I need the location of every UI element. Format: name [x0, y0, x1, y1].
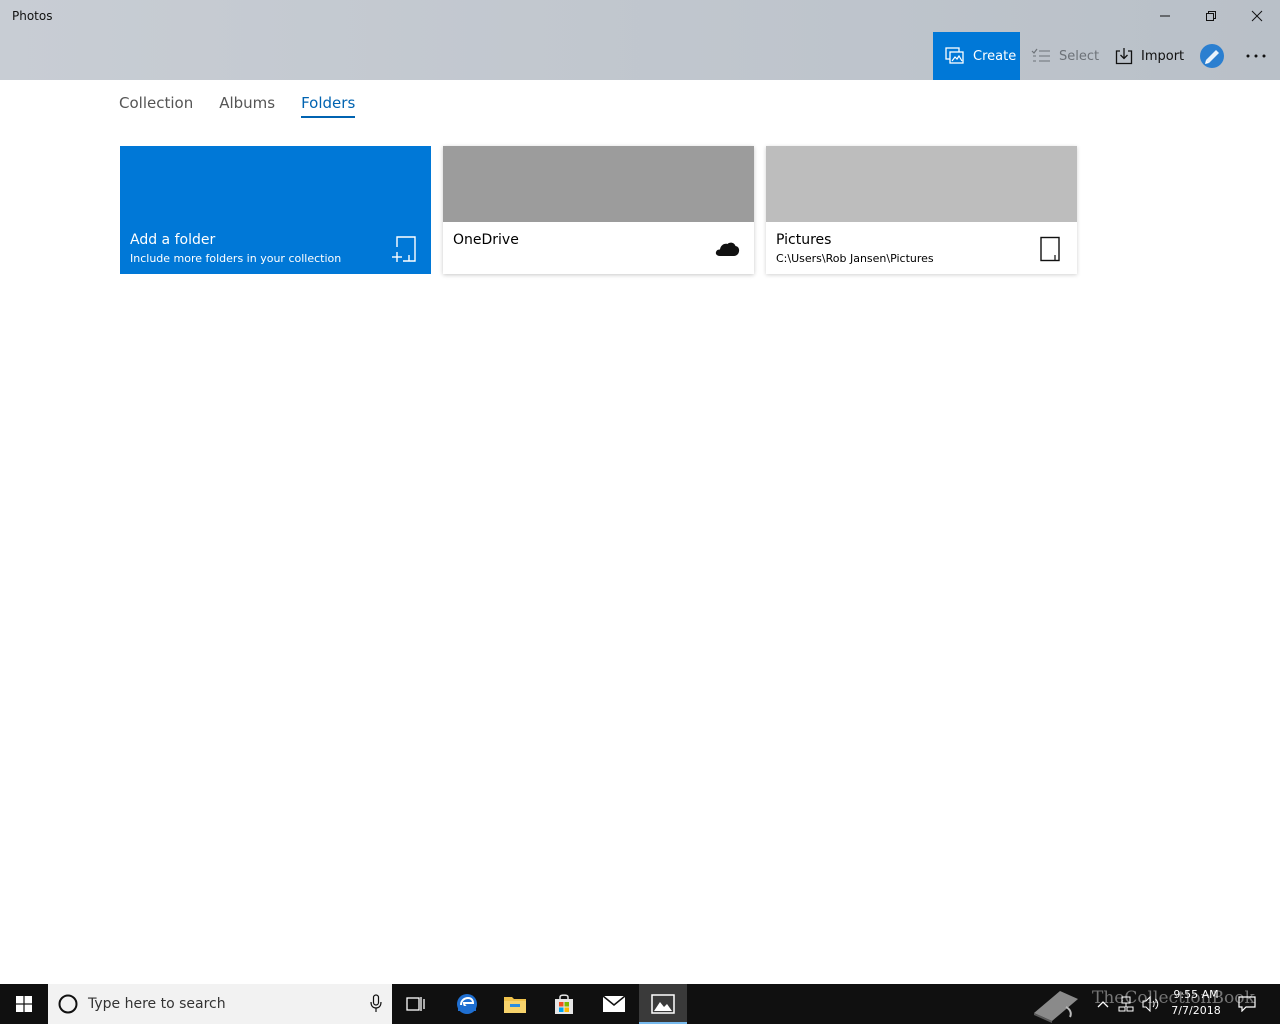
restore-icon [1206, 11, 1216, 21]
notification-icon [1238, 996, 1256, 1012]
store-icon [555, 994, 573, 1014]
add-folder-title: Add a folder [130, 232, 216, 248]
microphone-icon[interactable] [370, 994, 382, 1018]
clock-date: 7/7/2018 [1171, 1004, 1221, 1017]
volume-button[interactable] [1140, 984, 1162, 1024]
create-icon [945, 47, 964, 64]
import-button[interactable]: Import [1115, 32, 1191, 80]
taskbar: Type here to search TheCollectionBook 9:… [0, 984, 1280, 1024]
create-button[interactable]: Create [933, 32, 1020, 80]
restore-button[interactable] [1188, 0, 1234, 32]
start-button[interactable] [0, 984, 48, 1024]
nav-tabs: Collection Albums Folders [119, 94, 356, 118]
select-button[interactable]: Select [1031, 32, 1103, 80]
photos-icon [651, 994, 675, 1014]
tab-collection[interactable]: Collection [119, 94, 193, 118]
pictures-thumbnail [766, 146, 1077, 222]
onedrive-tile[interactable]: OneDrive [443, 146, 754, 274]
pictures-tile[interactable]: Pictures C:\Users\Rob Jansen\Pictures [766, 146, 1077, 274]
title-bar: Photos Create Select Import [0, 0, 1280, 80]
minimize-button[interactable] [1142, 0, 1188, 32]
create-label: Create [973, 48, 1017, 64]
add-folder-icon [389, 234, 419, 264]
taskbar-clock[interactable]: 9:55 AM 7/7/2018 [1163, 987, 1229, 1019]
mail-icon [602, 995, 626, 1012]
add-folder-subtitle: Include more folders in your collection [130, 252, 342, 265]
pictures-path: C:\Users\Rob Jansen\Pictures [776, 252, 934, 265]
network-button[interactable] [1116, 984, 1136, 1024]
action-center-button[interactable] [1234, 984, 1260, 1024]
avatar-icon [1200, 44, 1224, 68]
windows-icon [16, 996, 32, 1012]
select-label: Select [1059, 48, 1100, 64]
app-title: Photos [12, 9, 53, 23]
taskbar-mail[interactable] [590, 984, 638, 1024]
clock-time: 9:55 AM [1173, 988, 1219, 1001]
taskbar-logo-decoration [1028, 984, 1084, 1024]
cortana-icon [48, 993, 88, 1015]
close-icon [1251, 10, 1263, 22]
network-icon [1118, 996, 1134, 1012]
taskbar-file-explorer[interactable] [491, 984, 539, 1024]
edge-icon [457, 994, 477, 1014]
account-button[interactable] [1197, 32, 1227, 80]
import-icon [1115, 48, 1133, 65]
import-label: Import [1141, 48, 1185, 64]
tab-folders[interactable]: Folders [301, 94, 356, 118]
minimize-icon [1160, 15, 1170, 17]
book-logo-icon [1034, 991, 1078, 1023]
more-icon [1246, 54, 1266, 58]
onedrive-title: OneDrive [453, 232, 519, 248]
task-view-icon [406, 997, 425, 1011]
add-folder-tile[interactable]: Add a folder Include more folders in you… [120, 146, 431, 274]
show-hidden-icons-button[interactable] [1094, 984, 1112, 1024]
cloud-icon [712, 234, 742, 264]
taskbar-photos[interactable] [639, 984, 687, 1024]
taskbar-store[interactable] [540, 984, 588, 1024]
close-button[interactable] [1234, 0, 1280, 32]
taskbar-edge-beta[interactable] [443, 984, 491, 1024]
taskbar-search[interactable]: Type here to search [48, 984, 392, 1024]
more-button[interactable] [1240, 32, 1272, 80]
search-placeholder: Type here to search [88, 996, 226, 1012]
device-icon [1035, 234, 1065, 264]
volume-icon [1142, 996, 1159, 1012]
select-icon [1031, 48, 1050, 62]
onedrive-thumbnail [443, 146, 754, 222]
chevron-up-icon [1097, 1001, 1109, 1008]
task-view-button[interactable] [392, 984, 440, 1024]
pictures-title: Pictures [776, 232, 832, 248]
tab-albums[interactable]: Albums [219, 94, 275, 118]
folder-icon [504, 997, 526, 1013]
